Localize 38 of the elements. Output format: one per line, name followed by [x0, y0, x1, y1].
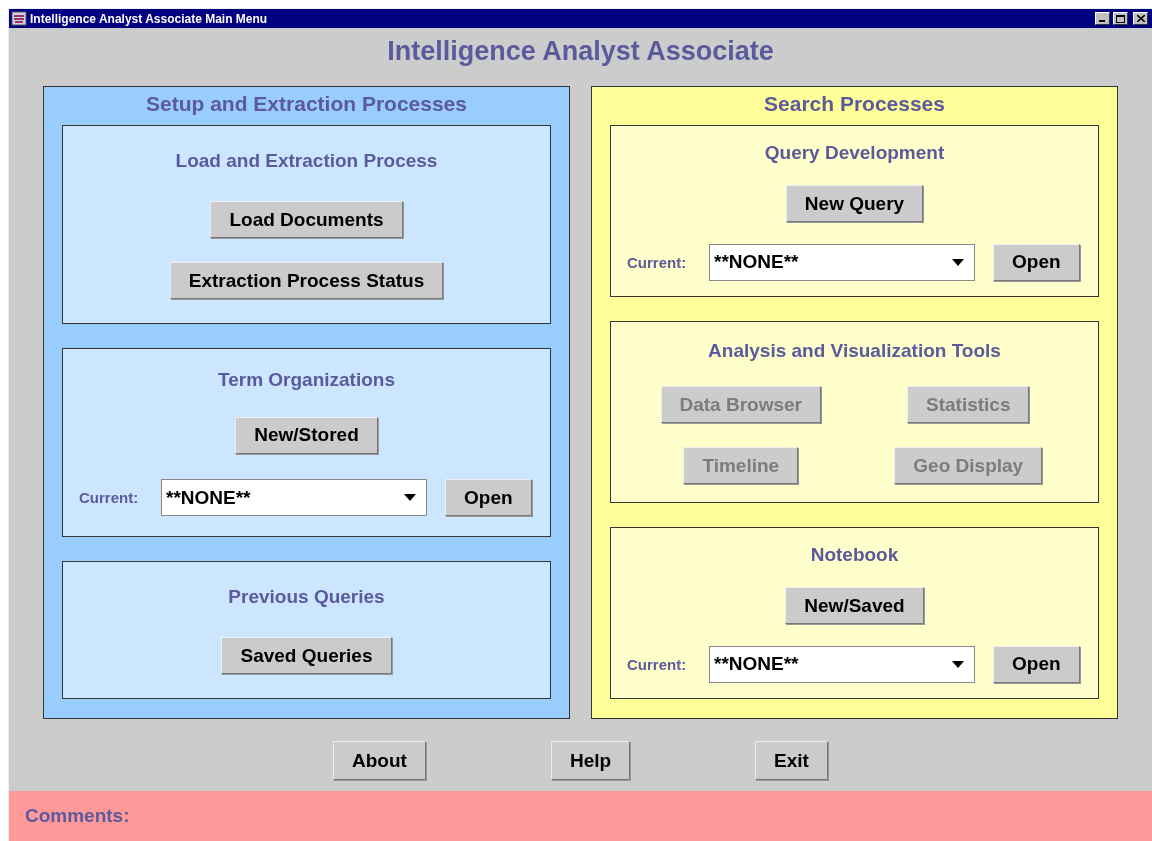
current-label: Current:	[627, 655, 688, 673]
menu-button[interactable]: About	[333, 741, 426, 780]
current-label: Current:	[627, 253, 688, 271]
open-button[interactable]: Open	[993, 645, 1080, 683]
menu-button[interactable]: New/Stored	[235, 416, 378, 454]
group-title: Term Organizations	[218, 368, 395, 391]
maximize-icon	[1116, 14, 1125, 23]
dropdown[interactable]: **NONE**	[161, 479, 427, 517]
app-icon	[11, 11, 27, 26]
group-title: Analysis and Visualization Tools	[708, 340, 1001, 362]
minimize-button[interactable]	[1095, 12, 1110, 25]
group-title: Load and Extraction Process	[175, 149, 438, 172]
maximize-button[interactable]	[1113, 12, 1128, 25]
menu-button[interactable]: New Query	[785, 185, 924, 222]
close-button[interactable]	[1133, 12, 1148, 25]
menu-button[interactable]: Load Documents	[210, 201, 403, 239]
section-title: Search Processes	[763, 91, 946, 117]
menu-button[interactable]: Exit	[755, 741, 828, 780]
app-heading: Intelligence Analyst Associate	[386, 35, 775, 68]
dropdown[interactable]: **NONE**	[709, 645, 975, 683]
group-title: Query Development	[764, 141, 945, 164]
menu-button[interactable]: Saved Queries	[221, 637, 392, 675]
menu-button[interactable]: New/Saved	[785, 587, 924, 624]
close-icon	[1136, 15, 1145, 22]
comments-label: Comments:	[25, 805, 130, 827]
group-title: Previous Queries	[228, 585, 385, 608]
group-title: Notebook	[810, 543, 899, 566]
open-button[interactable]: Open	[445, 479, 532, 517]
section-title: Setup and Extraction Processes	[145, 91, 468, 117]
caret-icon	[952, 258, 964, 266]
current-label: Current:	[79, 489, 140, 507]
menu-button[interactable]: Help	[550, 741, 631, 780]
menu-button[interactable]: Extraction Process Status	[169, 262, 444, 300]
window-title: Intelligence Analyst Associate Main Menu	[30, 11, 269, 26]
caret-icon	[952, 660, 964, 668]
dropdown[interactable]: **NONE**	[709, 243, 975, 281]
open-button[interactable]: Open	[993, 243, 1080, 281]
caret-icon	[404, 494, 416, 502]
